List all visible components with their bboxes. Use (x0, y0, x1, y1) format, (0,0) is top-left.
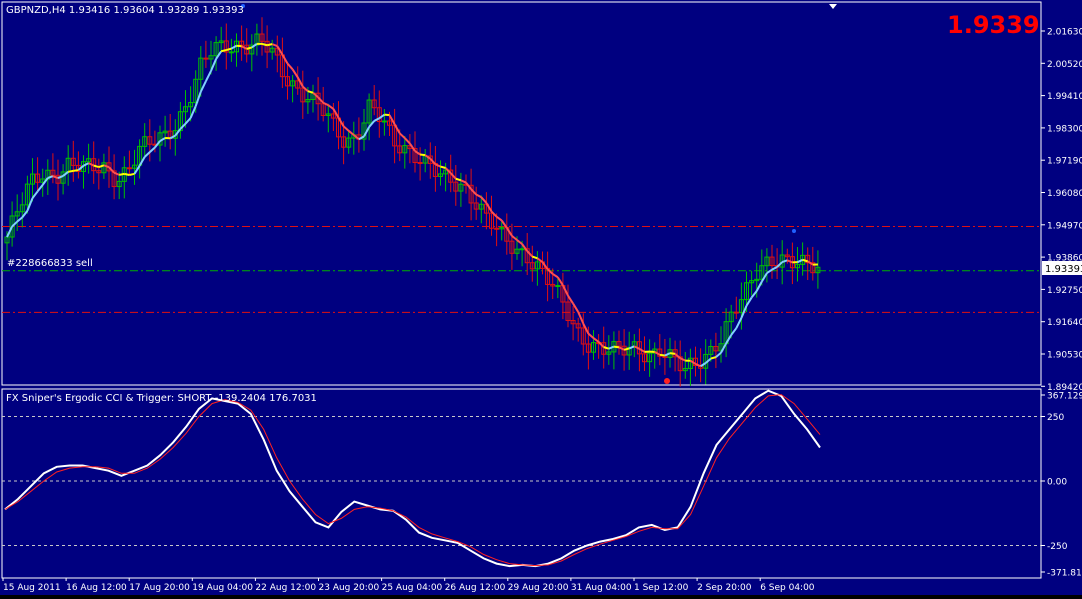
ma-segment (247, 47, 252, 48)
ma-segment (73, 170, 78, 171)
candle-body (495, 228, 499, 229)
candle-body (520, 249, 524, 250)
ma-segment (119, 174, 124, 175)
candle-body (734, 312, 738, 313)
current-price-label: 1.93393 (1045, 264, 1082, 275)
candle-body (127, 168, 131, 169)
ma-segment (614, 347, 619, 348)
ma-segment (129, 174, 134, 175)
ma-segment (624, 348, 629, 349)
chart-background (0, 0, 1082, 595)
candle-body (556, 286, 560, 287)
chart-canvas: 2.01630 2.00520 1.99410 1.98300 1.97190 1.960… (0, 0, 1082, 595)
time-tick-label: 1 Sep 12:00 (634, 583, 689, 593)
buy-signal-dot-icon (792, 229, 796, 233)
time-tick-label: 17 Aug 20:00 (129, 583, 190, 593)
indicator-tick-label: 250 (1047, 413, 1064, 423)
price-tick-label: 1.98300 (1047, 124, 1082, 134)
symbol-info: GBPNZD,H4 1.93416 1.93604 1.93289 1.9339… (6, 5, 244, 16)
time-tick-label: 16 Aug 12:00 (66, 583, 127, 593)
ma-segment (262, 44, 267, 45)
price-tick-label: 1.92750 (1047, 286, 1082, 296)
time-tick-label: 31 Aug 04:00 (571, 583, 632, 593)
sell-signal-dot-icon (664, 378, 670, 384)
candle-body (204, 58, 208, 59)
price-tick-label: 2.01630 (1047, 28, 1082, 38)
time-tick-label: 19 Aug 04:00 (192, 583, 253, 593)
ma-segment (711, 357, 716, 358)
big-price: 1.9339 (947, 11, 1040, 39)
price-tick-label: 1.99410 (1047, 92, 1082, 102)
indicator-title: FX Sniper's Ergodic CCI & Trigger: SHORT… (6, 393, 317, 404)
ma-segment (68, 171, 73, 172)
time-tick-label: 23 Aug 20:00 (319, 583, 380, 593)
candle-body (418, 163, 422, 164)
time-tick-label: 26 Aug 12:00 (445, 583, 506, 593)
indicator-tick-label: -371.811 (1047, 569, 1082, 579)
ma-segment (221, 50, 226, 51)
ma-segment (237, 46, 242, 47)
price-tick-label: 2.00520 (1047, 60, 1082, 70)
candle-body (229, 52, 233, 53)
indicator-tick-label: 367.1293 (1047, 392, 1082, 402)
chart-window: 2.01630 2.00520 1.99410 1.98300 1.97190 1.960… (0, 0, 1082, 595)
ma-segment (308, 91, 313, 92)
time-tick-label: 15 Aug 2011 (3, 583, 61, 593)
price-tick-label: 1.97190 (1047, 157, 1082, 167)
ma-segment (267, 44, 272, 45)
price-tick-label: 1.94970 (1047, 221, 1082, 231)
time-tick-label: 22 Aug 12:00 (255, 583, 316, 593)
indicator-tick-label: -250 (1047, 542, 1068, 552)
ma-segment (226, 49, 231, 50)
price-tick-label: 1.96080 (1047, 189, 1082, 199)
ma-segment (660, 355, 665, 356)
price-tick-label: 1.90530 (1047, 351, 1082, 361)
ma-segment (441, 167, 446, 168)
ma-segment (94, 166, 99, 167)
ma-segment (124, 174, 129, 175)
time-tick-label: 25 Aug 04:00 (382, 583, 443, 593)
time-tick-label: 6 Sep 04:00 (760, 583, 815, 593)
order-label: #228666833 sell (7, 258, 93, 269)
indicator-tick-label: 0.00 (1047, 478, 1067, 488)
price-tick-label: 1.91640 (1047, 318, 1082, 328)
ma-segment (670, 353, 675, 354)
time-tick-label: 29 Aug 20:00 (508, 583, 569, 593)
time-tick-label: 2 Sep 20:00 (697, 583, 752, 593)
candle-body (382, 121, 386, 122)
ma-segment (420, 155, 425, 156)
